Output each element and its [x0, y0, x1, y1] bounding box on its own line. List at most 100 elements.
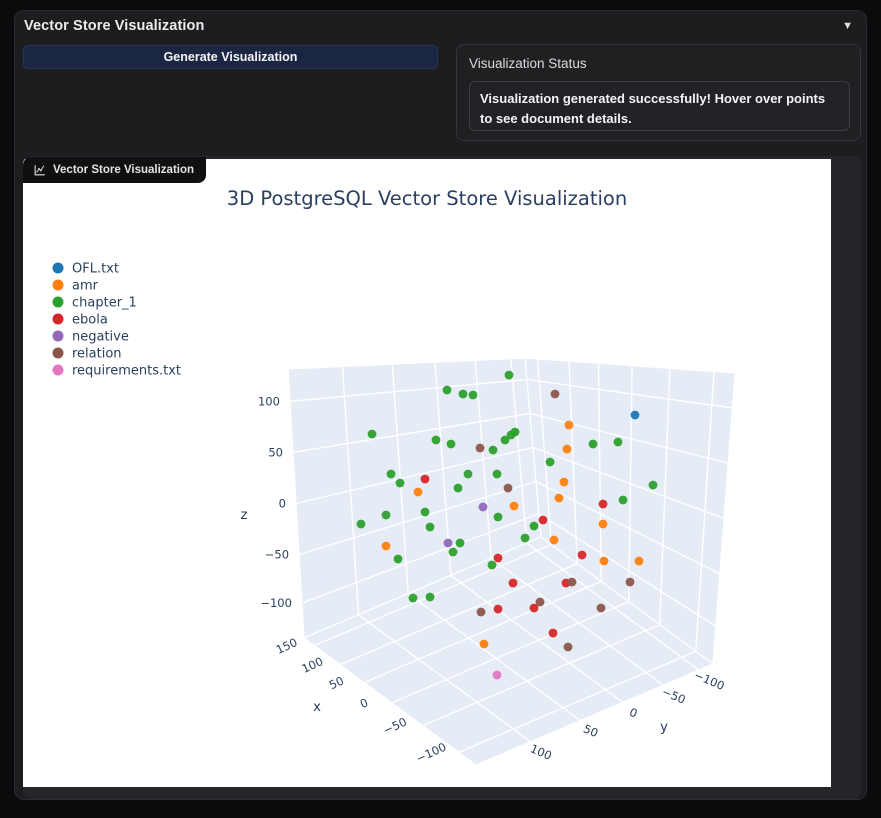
legend-item[interactable]: chapter_1	[52, 296, 137, 311]
scatter-point[interactable]	[634, 556, 644, 566]
scatter-point[interactable]	[386, 469, 396, 479]
scatter-point[interactable]	[453, 483, 463, 493]
scatter-point[interactable]	[554, 493, 564, 503]
scatter-point[interactable]	[381, 541, 391, 551]
legend-item[interactable]: OFL.txt	[52, 262, 119, 277]
plot-canvas[interactable]: 100500−50−100150100500−50−100 100500−50−1…	[23, 159, 831, 787]
scatter-point[interactable]	[562, 444, 572, 454]
plot-component: Vector Store Visualization 100 50 0 −50 −100…	[23, 156, 861, 799]
scatter-point[interactable]	[508, 578, 518, 588]
legend-label: ebola	[72, 313, 108, 328]
scatter-point[interactable]	[510, 427, 520, 437]
y-tick-label: 100	[528, 741, 554, 762]
scatter-point[interactable]	[420, 507, 430, 517]
z-tick-label: −100	[260, 596, 292, 610]
scatter-point[interactable]	[492, 670, 502, 680]
visualization-status-group: Visualization Status Visualization gener…	[456, 44, 861, 141]
legend-item[interactable]: ebola	[52, 313, 108, 328]
scatter-point[interactable]	[455, 538, 465, 548]
scatter-point[interactable]	[446, 439, 456, 449]
scatter-point[interactable]	[479, 639, 489, 649]
scatter-point[interactable]	[356, 519, 366, 529]
y-tick-label: −100	[692, 668, 727, 693]
scatter-point[interactable]	[395, 478, 405, 488]
scatter-point[interactable]	[529, 521, 539, 531]
legend-label: amr	[72, 279, 99, 294]
scatter-point[interactable]	[504, 370, 514, 380]
legend-label: relation	[72, 347, 122, 362]
scatter-point[interactable]	[425, 522, 435, 532]
scatter-point[interactable]	[475, 443, 485, 453]
plot-label-chip: Vector Store Visualization	[23, 157, 207, 183]
scatter-point[interactable]	[564, 420, 574, 430]
x-tick-label: −100	[414, 740, 449, 766]
scatter-point[interactable]	[598, 499, 608, 509]
scatter-point[interactable]	[476, 607, 486, 617]
scatter-point[interactable]	[442, 385, 452, 395]
scatter-point[interactable]	[393, 554, 403, 564]
scatter-point[interactable]	[596, 603, 606, 613]
scatter-point[interactable]	[448, 547, 458, 557]
scatter-point[interactable]	[520, 533, 530, 543]
status-message-box[interactable]: Visualization generated successfully! Ho…	[469, 81, 850, 131]
legend-marker	[52, 330, 64, 342]
scatter-point[interactable]	[625, 577, 635, 587]
scatter-point[interactable]	[493, 604, 503, 614]
scatter-point[interactable]	[563, 642, 573, 652]
legend-marker	[52, 262, 64, 274]
scatter-point[interactable]	[599, 556, 609, 566]
scatter-point[interactable]	[509, 501, 519, 511]
scatter-point[interactable]	[613, 437, 623, 447]
scatter-point[interactable]	[381, 510, 391, 520]
scatter-point[interactable]	[367, 429, 377, 439]
scatter-point[interactable]	[630, 410, 640, 420]
scatter-point[interactable]	[559, 477, 569, 487]
scatter-point[interactable]	[548, 628, 558, 638]
legend-marker	[52, 313, 64, 325]
legend-item[interactable]: amr	[52, 279, 99, 294]
status-group-title: Visualization Status	[469, 56, 587, 71]
app-panel: Vector Store Visualization ▼ Generate Vi…	[14, 10, 867, 800]
scatter-point[interactable]	[545, 457, 555, 467]
z-tick-label: 50	[268, 445, 283, 459]
legend-item[interactable]: requirements.txt	[52, 364, 182, 379]
scatter-point[interactable]	[648, 480, 658, 490]
scatter-point[interactable]	[598, 519, 608, 529]
scatter-point[interactable]	[408, 593, 418, 603]
scatter-point[interactable]	[463, 469, 473, 479]
legend-marker	[52, 279, 64, 291]
scatter-point[interactable]	[493, 512, 503, 522]
scatter-point[interactable]	[588, 439, 598, 449]
scatter-point[interactable]	[458, 389, 468, 399]
accordion-collapse-icon[interactable]: ▼	[842, 18, 853, 34]
legend-item[interactable]: negative	[52, 330, 129, 345]
scatter-point[interactable]	[529, 603, 539, 613]
scatter-point[interactable]	[443, 538, 453, 548]
scatter-point[interactable]	[493, 553, 503, 563]
legend-marker	[52, 364, 64, 376]
scatter-point[interactable]	[538, 515, 548, 525]
legend-marker	[52, 296, 64, 308]
scatter-point[interactable]	[492, 469, 502, 479]
scatter-point[interactable]	[431, 435, 441, 445]
scatter-point[interactable]	[618, 495, 628, 505]
scatter-point[interactable]	[487, 560, 497, 570]
generate-visualization-button[interactable]: Generate Visualization	[23, 45, 438, 69]
legend-item[interactable]: relation	[52, 347, 122, 362]
scatter-point[interactable]	[413, 487, 423, 497]
plot-icon	[34, 164, 45, 175]
legend-label: OFL.txt	[72, 262, 119, 277]
scatter-point[interactable]	[550, 389, 560, 399]
scatter-point[interactable]	[420, 474, 430, 484]
y-tick-label: 50	[581, 722, 600, 741]
scatter-point[interactable]	[577, 550, 587, 560]
z-tick-label: −50	[265, 548, 289, 562]
z-tick-label: 100	[258, 394, 280, 408]
scatter-point[interactable]	[478, 502, 488, 512]
scatter-point[interactable]	[549, 535, 559, 545]
scatter-point[interactable]	[488, 445, 498, 455]
scatter-point[interactable]	[425, 592, 435, 602]
scatter-point[interactable]	[468, 390, 478, 400]
scatter-point[interactable]	[503, 483, 513, 493]
scatter-point[interactable]	[567, 577, 577, 587]
